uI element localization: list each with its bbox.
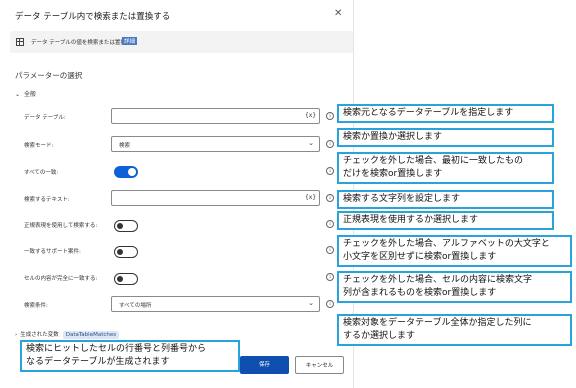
info-icon: i — [326, 167, 334, 175]
search-mode-value: 検索 — [119, 143, 131, 149]
callout-whole-cell: チェックを外した場合、セルの内容に検索文字 列が含まれるものを検索or置換します — [337, 271, 572, 303]
callout-regex: 正規表現を使用するか選択します — [337, 211, 554, 230]
find-replace-dialog: データ テーブル内で検索または置換する ✕ データ テーブルの値を検索または置換… — [0, 0, 354, 388]
callout-line: 列が含まれるものを検索or置換します — [343, 288, 497, 298]
search-text-input[interactable]: {x} — [111, 190, 320, 206]
variable-icon[interactable]: {x} — [305, 112, 316, 119]
section-title: パラメーターの選択 — [15, 71, 83, 80]
callout-line: だけを検索or置換します — [343, 169, 443, 179]
info-icon: i — [326, 300, 334, 308]
callout-line: 小文字を区別せずに検索or置換します — [343, 252, 497, 262]
callout-line: 検索にヒットしたセルの行番号と列番号から — [26, 344, 207, 354]
generated-variables[interactable]: › 生成された変数 DataTableMatches — [15, 330, 120, 339]
whole-cell-label: セルの内容が完全に一致する: — [24, 276, 98, 282]
callout-line: 検索対象をデータテーブル全体か指定した列に — [343, 318, 532, 328]
info-icon: i — [326, 112, 334, 120]
search-text-label: 検索するテキスト: — [24, 197, 70, 203]
generated-variables-label: 生成された変数 — [20, 332, 59, 338]
regex-toggle[interactable] — [114, 220, 138, 232]
info-icon: i — [326, 220, 334, 228]
all-matches-label: すべての一致: — [24, 170, 59, 176]
whole-cell-toggle[interactable] — [114, 273, 138, 285]
chevron-down-icon: ⌄ — [308, 299, 314, 307]
info-icon: i — [326, 246, 334, 254]
datatable-input[interactable]: {x} — [111, 108, 320, 124]
all-matches-toggle[interactable] — [114, 166, 138, 178]
save-button[interactable]: 保存 — [240, 356, 289, 374]
toggle-knob — [117, 222, 123, 229]
description-bar: データ テーブルの値を検索または置換する 詳細 — [10, 31, 353, 53]
general-group-label: 全般 — [24, 91, 37, 98]
match-case-label: 一致するサポート案件: — [24, 249, 81, 255]
chevron-down-icon: ⌄ — [15, 91, 21, 98]
cancel-button[interactable]: キャンセル — [295, 356, 344, 374]
search-mode-select[interactable]: 検索 ⌄ — [111, 136, 320, 152]
toggle-knob — [128, 168, 136, 176]
info-icon: i — [326, 273, 334, 281]
toggle-knob — [117, 248, 123, 255]
callout-line: チェックを外した場合、最初に一致したもの — [343, 156, 524, 166]
regex-label: 正規表現を使用して検索する: — [24, 223, 98, 229]
search-condition-label: 検索条件: — [24, 303, 48, 309]
search-condition-select[interactable]: すべての場所 ⌄ — [111, 296, 320, 312]
variable-icon[interactable]: {x} — [305, 194, 316, 201]
callout-datatable: 検索元となるデータテーブルを指定します — [337, 104, 554, 123]
callout-all-matches: チェックを外した場合、最初に一致したもの だけを検索or置換します — [337, 152, 554, 184]
close-icon[interactable]: ✕ — [334, 8, 342, 19]
search-condition-value: すべての場所 — [119, 303, 152, 309]
variable-badge[interactable]: DataTableMatches — [62, 331, 120, 339]
callout-generated-vars: 検索にヒットしたセルの行番号と列番号から なるデータテーブルが生成されます — [20, 340, 240, 372]
search-mode-label: 検索モード: — [24, 143, 54, 149]
chevron-down-icon: ⌄ — [308, 139, 314, 147]
general-group-header[interactable]: ⌄ 全般 — [15, 89, 36, 98]
info-icon: i — [326, 140, 334, 148]
callout-search-condition: 検索対象をデータテーブル全体か指定した列に するか選択します — [337, 314, 572, 346]
callout-search-text: 検索する文字列を設定します — [337, 190, 554, 209]
callout-line: なるデータテーブルが生成されます — [26, 357, 170, 367]
callout-match-case: チェックを外した場合、アルファベットの大文字と 小文字を区別せずに検索or置換し… — [337, 235, 572, 267]
details-link[interactable]: 詳細 — [122, 37, 138, 45]
table-icon — [16, 38, 24, 46]
callout-line: するか選択します — [343, 331, 416, 341]
callout-line: チェックを外した場合、セルの内容に検索文字 — [343, 275, 533, 285]
datatable-label: データ テーブル: — [24, 115, 66, 121]
info-icon: i — [326, 194, 334, 202]
chevron-right-icon: › — [15, 332, 18, 338]
match-case-toggle[interactable] — [114, 246, 138, 258]
callout-line: チェックを外した場合、アルファベットの大文字と — [343, 239, 550, 249]
toggle-knob — [117, 275, 123, 282]
dialog-title: データ テーブル内で検索または置換する — [15, 12, 171, 22]
callout-search-mode: 検索か置換か選択します — [337, 128, 554, 147]
